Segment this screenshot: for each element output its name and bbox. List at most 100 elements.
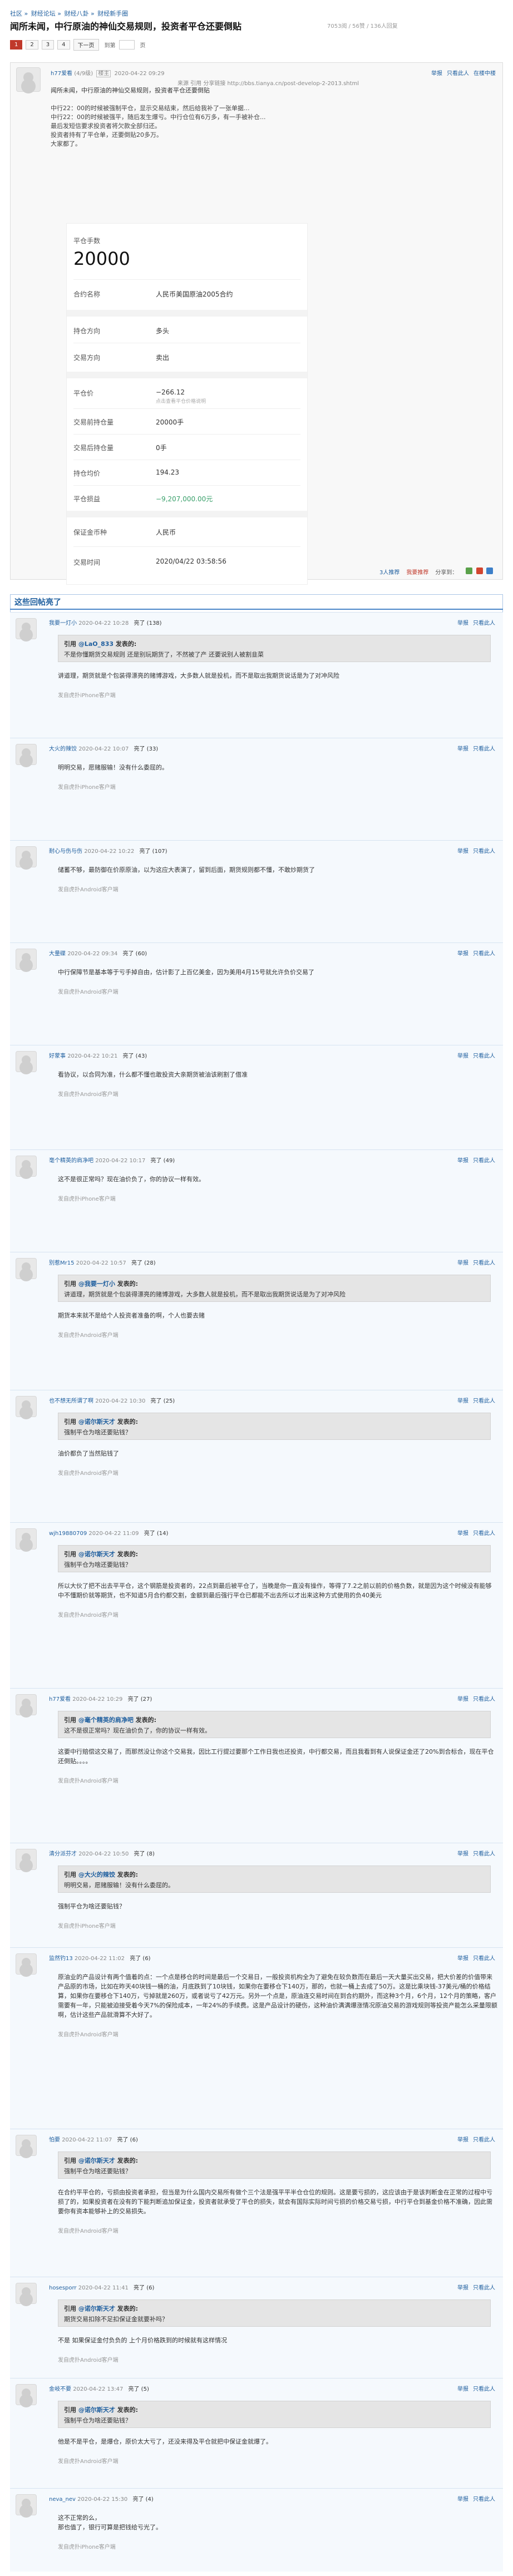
only-this-user-link[interactable]: 只看此人 [447,68,469,77]
quoted-user[interactable]: @诺尔斯天才 [78,2305,115,2312]
avatar[interactable] [16,67,41,92]
quoted-user[interactable]: @诺尔斯天才 [78,2406,115,2414]
username[interactable]: 怕要 [49,2137,60,2143]
floor-link[interactable]: 在楼中楼 [473,68,496,77]
username[interactable]: 好蒙事 [49,1053,66,1059]
page-jump-input[interactable] [119,40,135,50]
report-link[interactable]: 举报 [457,1396,468,1404]
price-note[interactable]: 点击查看平仓价格说明 [156,397,206,404]
report-link[interactable]: 举报 [457,744,468,752]
quoted-user[interactable]: @诺尔斯天才 [78,1418,115,1425]
report-link[interactable]: 举报 [457,2384,468,2392]
avatar[interactable] [16,1258,37,1279]
avatar[interactable] [16,2135,37,2156]
report-link[interactable]: 举报 [457,1156,468,1164]
avatar[interactable] [16,949,37,970]
breadcrumb-item[interactable]: 财经新手圈 [97,10,128,17]
username[interactable]: 毫个精英的肩净吧 [49,1158,93,1164]
avatar[interactable] [16,1051,37,1072]
page-button[interactable]: 1 [10,40,23,50]
avatar[interactable] [16,846,37,867]
only-this-user-link[interactable]: 只看此人 [473,2135,495,2143]
recommend-count[interactable]: 3人推荐 [379,567,399,576]
report-link[interactable]: 举报 [457,949,468,957]
report-link[interactable]: 举报 [457,1849,468,1857]
username[interactable]: 耐心与伤与伤 [49,848,82,855]
report-link[interactable]: 举报 [457,1528,468,1537]
report-link[interactable]: 举报 [431,68,442,77]
quoted-user[interactable]: @毫个精英的肩净吧 [78,1716,134,1724]
page-button[interactable]: 3 [41,40,55,50]
only-this-user-link[interactable]: 只看此人 [473,1849,495,1857]
quoted-user[interactable]: @大火的辣饺 [78,1871,115,1878]
only-this-user-link[interactable]: 只看此人 [473,618,495,626]
username[interactable]: h77爱看 [49,1696,71,1702]
like-count[interactable]: 亮了 (14) [144,1531,169,1537]
only-this-user-link[interactable]: 只看此人 [473,744,495,752]
only-this-user-link[interactable]: 只看此人 [473,1258,495,1266]
only-this-user-link[interactable]: 只看此人 [473,1396,495,1404]
report-link[interactable]: 举报 [457,1694,468,1702]
page-button[interactable]: 4 [57,40,70,50]
avatar[interactable] [16,1528,37,1549]
like-count[interactable]: 亮了 (107) [140,848,167,855]
only-this-user-link[interactable]: 只看此人 [473,1156,495,1164]
username[interactable]: h77爱看 [51,71,72,77]
quoted-user[interactable]: @诺尔斯天才 [78,1551,115,1558]
username[interactable]: hosesporr [49,2285,77,2291]
avatar[interactable] [16,1694,37,1715]
only-this-user-link[interactable]: 只看此人 [473,846,495,855]
like-count[interactable]: 亮了 (28) [131,1260,156,1266]
report-link[interactable]: 举报 [457,846,468,855]
avatar[interactable] [16,2384,37,2405]
like-count[interactable]: 亮了 (138) [134,620,162,626]
page-button[interactable]: 2 [26,40,38,50]
username[interactable]: 也不想无所谓了啊 [49,1398,93,1404]
post-link[interactable]: 来源 引用 分享链接 http://bbs.tianya.cn/post-dev… [177,78,359,87]
like-count[interactable]: 亮了 (6) [117,2137,138,2143]
username[interactable]: 监然钓13 [49,1956,73,1962]
report-link[interactable]: 举报 [457,2283,468,2291]
like-count[interactable]: 亮了 (8) [134,1851,155,1857]
username[interactable]: 大量碟 [49,951,66,957]
wechat-icon[interactable] [466,567,473,574]
username[interactable]: 金岐不要 [49,2386,71,2392]
quoted-user[interactable]: @LaO_833 [78,640,114,648]
avatar[interactable] [16,618,37,639]
breadcrumb-item[interactable]: 社区 [10,10,22,17]
only-this-user-link[interactable]: 只看此人 [473,1051,495,1059]
report-link[interactable]: 举报 [457,2135,468,2143]
avatar[interactable] [16,2494,37,2515]
recommend-button[interactable]: 我要推荐 [406,567,428,576]
avatar[interactable] [16,1396,37,1417]
like-count[interactable]: 亮了 (43) [123,1053,147,1059]
username[interactable]: 大火的辣饺 [49,746,77,752]
report-link[interactable]: 举报 [457,2494,468,2503]
avatar[interactable] [16,1156,37,1177]
like-count[interactable]: 亮了 (4) [132,2496,153,2503]
report-link[interactable]: 举报 [457,618,468,626]
like-count[interactable]: 亮了 (33) [134,746,159,752]
like-count[interactable]: 亮了 (6) [130,1956,150,1962]
like-count[interactable]: 亮了 (5) [129,2386,149,2392]
report-link[interactable]: 举报 [457,1051,468,1059]
username[interactable]: wjh19880709 [49,1531,87,1537]
only-this-user-link[interactable]: 只看此人 [473,2494,495,2503]
weibo-icon[interactable] [476,567,483,574]
avatar[interactable] [16,744,37,765]
username[interactable]: 别惹Mr15 [49,1260,74,1266]
only-this-user-link[interactable]: 只看此人 [473,1953,495,1962]
quoted-user[interactable]: @我要一灯小 [78,1280,115,1287]
only-this-user-link[interactable]: 只看此人 [473,949,495,957]
only-this-user-link[interactable]: 只看此人 [473,1528,495,1537]
avatar[interactable] [16,1849,37,1870]
username[interactable]: 清分派芬才 [49,1851,77,1857]
only-this-user-link[interactable]: 只看此人 [473,2384,495,2392]
qq-icon[interactable] [486,567,493,574]
like-count[interactable]: 亮了 (25) [151,1398,175,1404]
only-this-user-link[interactable]: 只看此人 [473,2283,495,2291]
breadcrumb-item[interactable]: 财经八卦 [64,10,88,17]
only-this-user-link[interactable]: 只看此人 [473,1694,495,1702]
avatar[interactable] [16,2283,37,2304]
username[interactable]: 我要一灯小 [49,620,77,626]
